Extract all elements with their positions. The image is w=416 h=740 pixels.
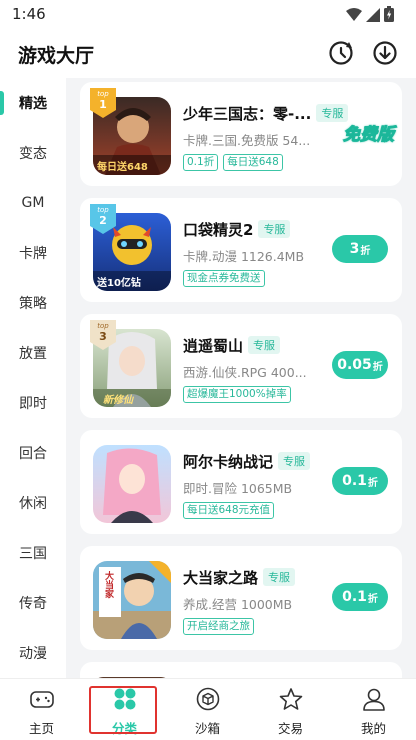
game-card[interactable]: 新修仙 top 3 逍遥蜀山 专服 西游.仙侠.RPG 400... 超爆魔王10… <box>80 314 402 418</box>
user-icon <box>361 687 387 715</box>
game-icon: 大当家 <box>93 561 171 639</box>
status-time: 1:46 <box>12 5 46 23</box>
game-meta: 卡牌.动漫 1126.4MB <box>183 249 305 264</box>
game-card[interactable] <box>80 662 402 678</box>
cube-icon <box>195 687 221 715</box>
gamepad-icon <box>29 687 55 715</box>
category-sidebar: 精选 变态 GM 卡牌 策略 放置 即时 回合 休闲 三国 传奇 动漫 <box>0 78 66 678</box>
wifi-icon <box>346 7 362 26</box>
tag: 0.1折 <box>183 154 219 171</box>
tab-sandbox[interactable]: 沙箱 <box>166 679 249 740</box>
battery-icon <box>384 6 394 26</box>
sidebar-item-modded[interactable]: 变态 <box>0 128 66 178</box>
highlight-box <box>89 686 157 734</box>
tab-profile[interactable]: 我的 <box>332 679 415 740</box>
tag: 每日送648 <box>223 154 283 171</box>
game-card[interactable]: 送10亿钻 top 2 口袋精灵2 专服 卡牌.动漫 1126.4MB 现金点券免… <box>80 198 402 302</box>
page-title: 游戏大厅 <box>18 45 95 67</box>
tag: 每日送648元充值 <box>183 502 275 519</box>
tag-list: 每日送648元充值 <box>183 502 275 519</box>
sidebar-item-gm[interactable]: GM <box>0 178 66 228</box>
sidebar-item-casual[interactable]: 休闲 <box>0 478 66 528</box>
tag: 超爆魔王1000%掉率 <box>183 386 291 403</box>
status-bar: 1:46 <box>0 0 416 30</box>
game-meta: 即时.冒险 1065MB <box>183 481 293 496</box>
discount-button[interactable]: 0.1 折 <box>332 583 388 611</box>
game-card[interactable]: 大当家 大当家之路 专服 养成.经营 1000MB 开启经商之旅 0.1 折 <box>80 546 402 650</box>
tab-trade[interactable]: 交易 <box>249 679 332 740</box>
sidebar-item-card[interactable]: 卡牌 <box>0 228 66 278</box>
game-card[interactable]: 阿尔卡纳战记 专服 即时.冒险 1065MB 每日送648元充值 0.1 折 <box>80 430 402 534</box>
game-name: 口袋精灵2 <box>183 221 254 239</box>
rank-badge: top 2 <box>90 204 116 234</box>
game-name: 阿尔卡纳战记 <box>183 453 274 471</box>
icon-caption: 送10亿钻 <box>97 278 141 289</box>
sidebar-item-turn-based[interactable]: 回合 <box>0 428 66 478</box>
game-name: 少年三国志：零-... <box>183 105 312 123</box>
game-meta: 养成.经营 1000MB <box>183 597 293 612</box>
discount-button[interactable]: 3折 <box>332 235 388 263</box>
exclusive-badge: 专服 <box>248 336 281 354</box>
tag-list: 开启经商之旅 <box>183 618 254 635</box>
sidebar-item-strategy[interactable]: 策略 <box>0 278 66 328</box>
signal-icon <box>366 7 380 26</box>
discount-button[interactable]: 0.05 折 <box>332 351 388 379</box>
icon-caption: 新修仙 <box>103 395 133 406</box>
free-version-button[interactable]: 免费版 <box>343 120 395 146</box>
rank-badge: top 1 <box>90 88 116 118</box>
game-name: 大当家之路 <box>183 569 259 587</box>
sidebar-item-legend[interactable]: 传奇 <box>0 578 66 628</box>
exclusive-badge: 专服 <box>278 452 311 470</box>
page-header: 游戏大厅 <box>0 30 416 78</box>
tag-list: 超爆魔王1000%掉率 <box>183 386 291 403</box>
tag: 现金点券免费送 <box>183 270 265 287</box>
game-meta: 卡牌.三国.免费版 54... <box>183 133 311 148</box>
sidebar-item-anime[interactable]: 动漫 <box>0 628 66 678</box>
exclusive-badge: 专服 <box>263 568 296 586</box>
sidebar-item-idle[interactable]: 放置 <box>0 328 66 378</box>
discount-button[interactable]: 0.1 折 <box>332 467 388 495</box>
game-card[interactable]: 每日送648 top 1 少年三国志：零-... 专服 卡牌.三国.免费版 54.… <box>80 82 402 186</box>
tag-list: 0.1折 每日送648 <box>183 154 283 171</box>
icon-caption: 每日送648 <box>97 162 148 173</box>
sidebar-item-three-kingdoms[interactable]: 三国 <box>0 528 66 578</box>
active-indicator <box>0 91 4 115</box>
download-icon[interactable] <box>371 39 399 67</box>
game-meta: 西游.仙侠.RPG 400... <box>183 365 307 380</box>
game-name: 逍遥蜀山 <box>183 337 244 355</box>
bottom-nav: 主页 分类 沙箱 交易 我的 <box>0 678 416 740</box>
exclusive-badge: 专服 <box>258 220 291 238</box>
rank-badge: top 3 <box>90 320 116 350</box>
game-list: 每日送648 top 1 少年三国志：零-... 专服 卡牌.三国.免费版 54.… <box>66 78 416 678</box>
tag: 开启经商之旅 <box>183 618 254 635</box>
sidebar-item-realtime[interactable]: 即时 <box>0 378 66 428</box>
tab-home[interactable]: 主页 <box>0 679 83 740</box>
icon-caption: 大当家 <box>103 571 113 598</box>
sidebar-item-featured[interactable]: 精选 <box>0 78 66 128</box>
game-icon <box>93 445 171 523</box>
refresh-icon[interactable] <box>327 39 355 67</box>
star-icon <box>278 687 304 715</box>
tag-list: 现金点券免费送 <box>183 270 265 287</box>
